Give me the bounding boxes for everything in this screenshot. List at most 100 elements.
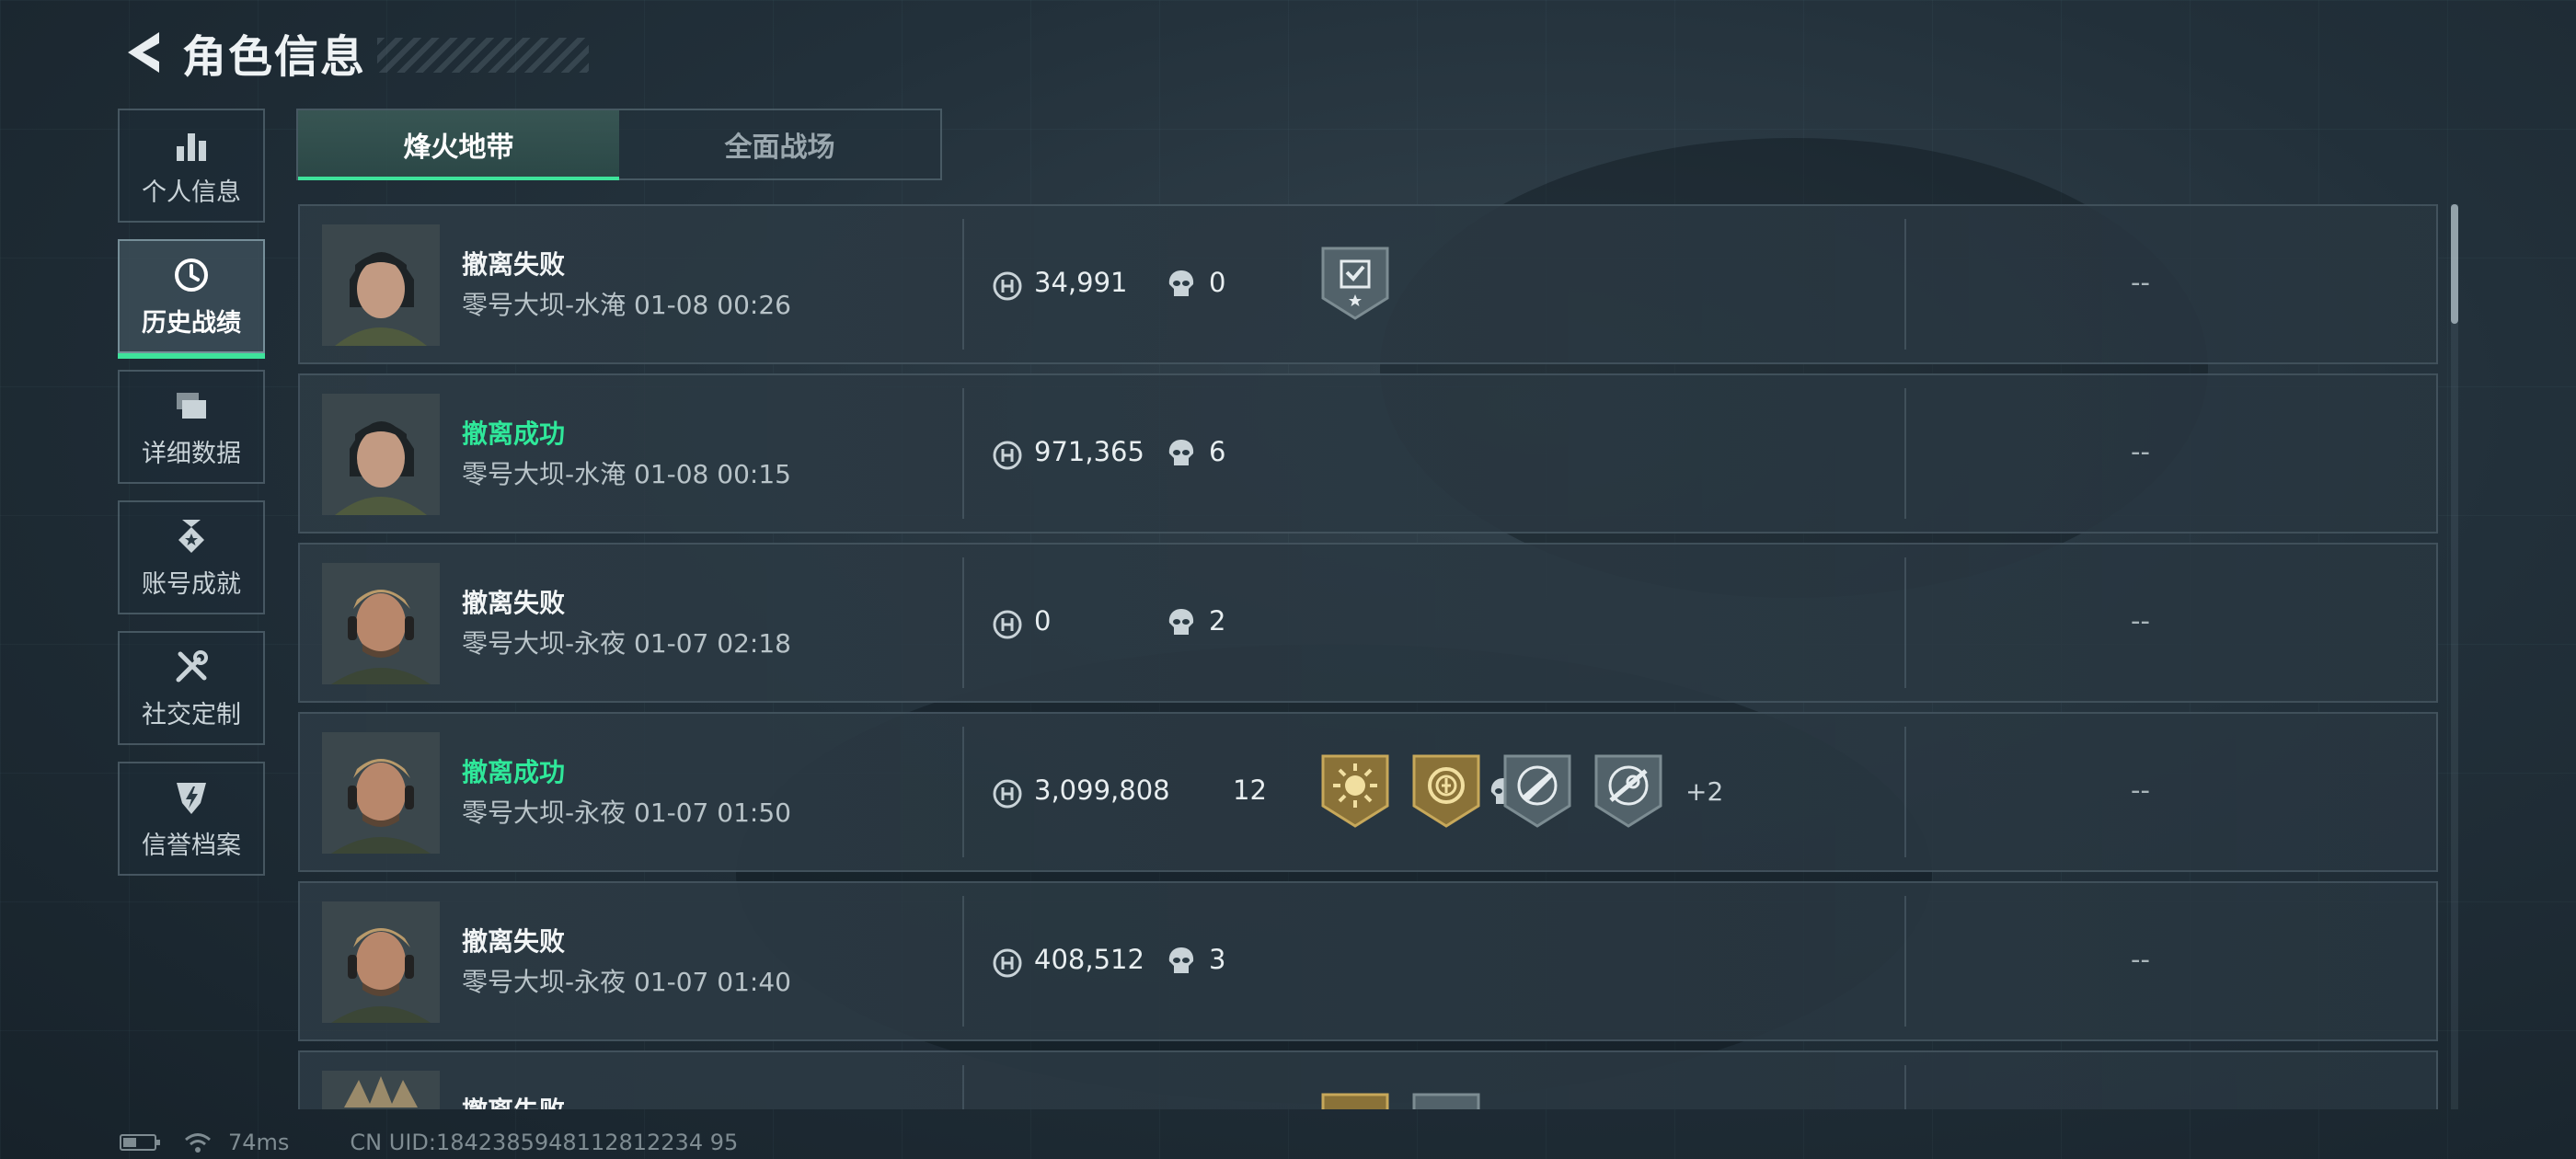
column-divider xyxy=(962,896,964,1027)
status-bar: 74ms CN UID:1842385948112812234 95 xyxy=(120,1128,738,1157)
asset-value: 34,991 xyxy=(1034,267,1128,298)
match-row[interactable]: 撤离失败 xyxy=(298,1050,2438,1109)
cards-icon xyxy=(177,392,206,419)
extraction-status: 撤离失败 xyxy=(462,926,566,957)
kill-count: 6 xyxy=(1209,436,1226,467)
skull-icon xyxy=(1168,270,1194,296)
asset-value: 0 xyxy=(1034,605,1052,637)
kill-count: 12 xyxy=(1233,775,1267,806)
asset-value: 971,365 xyxy=(1034,436,1144,467)
kill-count: 0 xyxy=(1209,267,1226,298)
sidebar-item-label: 个人信息 xyxy=(142,178,241,207)
coin-icon xyxy=(993,610,1022,639)
sidebar-item-label: 详细数据 xyxy=(142,439,241,468)
match-row[interactable]: 撤离成功 零号大坝-水淹 01-08 00:15 971,365 6 -- xyxy=(298,373,2438,534)
match-history-list[interactable]: 撤离失败 零号大坝-水淹 01-08 00:26 34,991 0 -- 撤离成… xyxy=(298,204,2438,1109)
sidebar: 个人信息 历史战绩 详细数据 账号成就 社交定制 信誉档案 xyxy=(118,109,267,892)
column-divider xyxy=(962,557,964,688)
coin-icon xyxy=(993,271,1022,301)
column-divider xyxy=(1904,1065,1906,1109)
checklist-star-badge[interactable] xyxy=(1319,245,1391,322)
column-divider xyxy=(1904,727,1906,857)
extraction-status: 撤离成功 xyxy=(462,419,566,449)
match-row[interactable]: 撤离失败 零号大坝-永夜 01-07 01:40 408,512 3 -- xyxy=(298,881,2438,1041)
column-divider xyxy=(962,388,964,519)
shield-lightning-icon xyxy=(177,782,206,814)
extra-info: -- xyxy=(2131,775,2150,806)
operator-avatar xyxy=(322,563,440,684)
column-divider xyxy=(1904,896,1906,1027)
extraction-status: 撤离成功 xyxy=(462,757,566,787)
column-divider xyxy=(962,1065,964,1109)
scrollbar-thumb[interactable] xyxy=(2451,204,2458,324)
extra-info: -- xyxy=(2131,436,2150,467)
ping-value: 74ms xyxy=(228,1130,290,1155)
sidebar-item-achievements[interactable]: 账号成就 xyxy=(118,500,265,614)
battery-icon xyxy=(120,1134,160,1151)
operator-avatar xyxy=(322,224,440,346)
asset-value: 3,099,808 xyxy=(1034,775,1170,806)
wifi-icon xyxy=(185,1133,211,1153)
operator-avatar xyxy=(322,732,440,854)
sun-gold-badge[interactable] xyxy=(1319,752,1391,830)
user-uid: CN UID:1842385948112812234 95 xyxy=(350,1130,739,1155)
column-divider xyxy=(962,219,964,350)
tools-icon xyxy=(176,649,208,682)
sniper-badge[interactable] xyxy=(1593,752,1664,830)
match-row[interactable]: 撤离失败 零号大坝-水淹 01-08 00:26 34,991 0 -- xyxy=(298,204,2438,364)
sidebar-item-label: 账号成就 xyxy=(142,569,241,599)
bar-chart-icon xyxy=(177,132,206,161)
operator-avatar xyxy=(322,901,440,1023)
match-row[interactable]: 撤离成功 零号大坝-永夜 01-07 01:50 3,099,808 12 +2… xyxy=(298,712,2438,872)
column-divider xyxy=(1904,557,1906,688)
coin-icon xyxy=(993,948,1022,978)
sidebar-item-label: 信誉档案 xyxy=(142,831,241,860)
history-clock-icon xyxy=(175,258,208,292)
sidebar-item-reputation[interactable]: 信誉档案 xyxy=(118,762,265,876)
map-and-time: 零号大坝-永夜 01-07 01:40 xyxy=(462,967,791,997)
grey-badge[interactable] xyxy=(1410,1091,1482,1109)
column-divider xyxy=(1904,219,1906,350)
match-row[interactable]: 撤离失败 零号大坝-永夜 01-07 02:18 0 2 -- xyxy=(298,543,2438,703)
more-badges-count[interactable]: +2 xyxy=(1685,776,1723,807)
sidebar-item-detailed-data[interactable]: 详细数据 xyxy=(118,370,265,484)
extra-info: -- xyxy=(2131,267,2150,298)
extra-info: -- xyxy=(2131,944,2150,975)
skull-icon xyxy=(1168,609,1194,635)
medal-icon xyxy=(178,519,204,553)
sidebar-item-personal-info[interactable]: 个人信息 xyxy=(118,109,265,223)
rifle-badge[interactable] xyxy=(1501,752,1573,830)
coin-icon xyxy=(993,441,1022,470)
map-and-time: 零号大坝-永夜 01-07 01:50 xyxy=(462,798,791,828)
asset-value: 408,512 xyxy=(1034,944,1144,975)
tab-all-out-warfare[interactable]: 全面战场 xyxy=(619,110,940,178)
map-and-time: 零号大坝-水淹 01-08 00:26 xyxy=(462,290,791,320)
back-arrow-icon xyxy=(128,32,159,73)
page-title: 角色信息 xyxy=(182,31,367,83)
sidebar-item-label: 历史战绩 xyxy=(142,308,241,338)
map-and-time: 零号大坝-水淹 01-08 00:15 xyxy=(462,459,791,489)
sidebar-item-social-custom[interactable]: 社交定制 xyxy=(118,631,265,745)
gold-badge[interactable] xyxy=(1319,1091,1391,1109)
mode-tabs: 烽火地带 全面战场 xyxy=(296,109,942,180)
operator-avatar xyxy=(322,1071,440,1109)
badge-list xyxy=(1319,1091,1501,1109)
badge-list: +2 xyxy=(1319,752,1723,830)
back-button[interactable] xyxy=(120,25,166,80)
extraction-status: 撤离失败 xyxy=(462,588,566,618)
extra-info: -- xyxy=(2131,605,2150,637)
column-divider xyxy=(962,727,964,857)
sidebar-item-history[interactable]: 历史战绩 xyxy=(118,239,265,359)
skull-icon xyxy=(1168,440,1194,465)
scrollbar-track[interactable] xyxy=(2451,204,2458,1109)
coin-icon xyxy=(993,779,1022,809)
operator-avatar xyxy=(322,394,440,515)
skull-icon xyxy=(1168,947,1194,973)
page-header: 角色信息 xyxy=(120,20,590,85)
coin-gold-badge[interactable] xyxy=(1410,752,1482,830)
kill-count: 3 xyxy=(1209,944,1226,975)
extraction-status: 撤离失败 xyxy=(462,1091,565,1109)
tab-hazard-zone[interactable]: 烽火地带 xyxy=(298,110,619,180)
badge-list xyxy=(1319,245,1410,322)
map-and-time: 零号大坝-永夜 01-07 02:18 xyxy=(462,628,791,659)
